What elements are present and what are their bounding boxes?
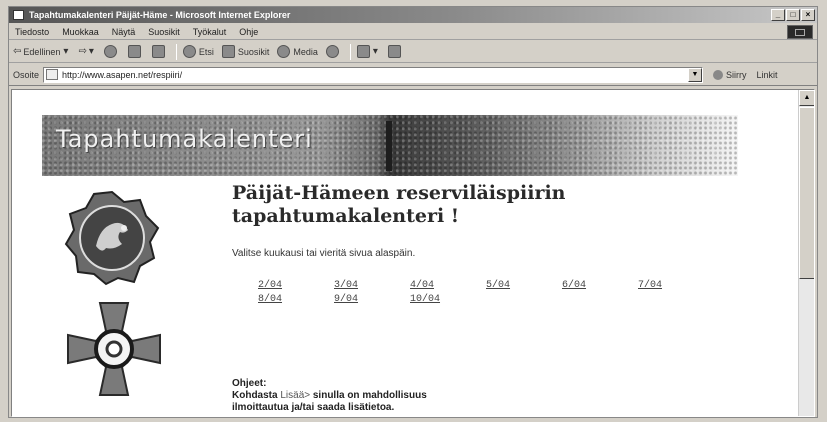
month-link-2-04[interactable]: 2/04	[258, 280, 334, 294]
instructions-title: Ohjeet:	[232, 378, 267, 389]
month-links: 2/04 3/04 4/04 5/04 6/04 7/04 8/04 9/04 …	[258, 280, 778, 308]
month-link-7-04[interactable]: 7/04	[638, 280, 714, 294]
toolbar-separator	[175, 43, 177, 60]
month-link-8-04[interactable]: 8/04	[258, 294, 334, 308]
media-icon	[277, 45, 291, 58]
scroll-up-button[interactable]: ▲	[799, 90, 814, 106]
chevron-down-icon: ▾	[372, 46, 378, 57]
favorites-label: Suosikit	[237, 46, 270, 57]
back-button[interactable]: ⇦ Edellinen ▾	[13, 46, 70, 57]
month-row: 2/04 3/04 4/04 5/04 6/04 7/04	[258, 280, 778, 294]
mail-icon	[356, 45, 370, 58]
print-icon	[387, 45, 401, 58]
forward-icon: ⇨	[78, 46, 87, 57]
intro-text: Valitse kuukausi tai vieritä sivua alasp…	[232, 248, 416, 259]
banner-title: Tapahtumakalenteri	[56, 125, 313, 153]
toolbar: ⇦ Edellinen ▾ ⇨ ▾ Etsi Suosikit Media ▾	[9, 41, 817, 63]
menu-help[interactable]: Ohje	[239, 27, 258, 37]
cross-emblem-icon	[67, 302, 161, 396]
forward-button[interactable]: ⇨ ▾	[78, 46, 95, 57]
page-title: Päijät-Hämeen reserviläispiirin tapahtum…	[232, 182, 566, 227]
instructions-line-1: Kohdasta Lisää> sinulla on mahdollisuus	[232, 390, 427, 402]
month-link-10-04[interactable]: 10/04	[410, 294, 486, 308]
print-button[interactable]	[387, 45, 404, 58]
menu-tools[interactable]: Työkalut	[193, 27, 227, 37]
windows-logo-icon	[787, 25, 813, 39]
history-button[interactable]	[325, 45, 342, 58]
instructions-text: sinulla on mahdollisuus	[310, 390, 427, 401]
month-link-3-04[interactable]: 3/04	[334, 280, 410, 294]
address-dropdown-button[interactable]: ▼	[688, 67, 703, 82]
go-label: Siirry	[726, 69, 747, 80]
favorites-button[interactable]: Suosikit	[221, 45, 270, 58]
go-icon	[713, 69, 724, 80]
back-icon: ⇦	[13, 46, 22, 57]
go-button[interactable]: Siirry	[713, 69, 747, 80]
close-button[interactable]: ×	[801, 9, 815, 21]
menu-edit[interactable]: Muokkaa	[62, 27, 99, 37]
month-link-9-04[interactable]: 9/04	[334, 294, 410, 308]
media-label: Media	[293, 46, 318, 57]
search-icon	[182, 45, 196, 58]
window-title: Tapahtumakalenteri Päijät-Häme - Microso…	[29, 10, 291, 20]
banner-divider	[386, 121, 392, 171]
menu-bar: Tiedosto Muokkaa Näytä Suosikit Työkalut…	[9, 24, 817, 40]
page-banner: Tapahtumakalenteri	[42, 115, 738, 176]
search-button[interactable]: Etsi	[182, 45, 214, 58]
links-button[interactable]: Linkit	[757, 70, 778, 80]
media-button[interactable]: Media	[277, 45, 318, 58]
window-controls: _ □ ×	[771, 9, 815, 21]
toolbar-separator	[349, 43, 351, 60]
browser-window: Tapahtumakalenteri Päijät-Häme - Microso…	[8, 6, 818, 418]
home-icon	[151, 45, 165, 58]
chevron-down-icon: ▾	[63, 46, 69, 57]
favorites-icon	[221, 45, 235, 58]
search-label: Etsi	[198, 46, 214, 57]
title-bar: Tapahtumakalenteri Päijät-Häme - Microso…	[9, 7, 817, 23]
address-input[interactable]: http://www.asapen.net/respiiri/ ▼	[43, 66, 704, 83]
menu-view[interactable]: Näytä	[112, 27, 136, 37]
refresh-icon	[127, 45, 141, 58]
home-button[interactable]	[151, 45, 168, 58]
stop-icon	[103, 45, 117, 58]
refresh-button[interactable]	[127, 45, 144, 58]
mail-button[interactable]: ▾	[356, 45, 380, 58]
menu-file[interactable]: Tiedosto	[15, 27, 49, 37]
address-bar: Osoite http://www.asapen.net/respiiri/ ▼…	[9, 64, 817, 86]
lion-emblem-icon	[64, 190, 160, 286]
menu-favorites[interactable]: Suosikit	[148, 27, 180, 37]
scrollbar-thumb[interactable]	[799, 107, 814, 279]
instructions-text: Kohdasta	[232, 390, 281, 401]
more-link-sample: Lisää>	[280, 390, 311, 401]
month-link-4-04[interactable]: 4/04	[410, 280, 486, 294]
month-link-5-04[interactable]: 5/04	[486, 280, 562, 294]
page-viewport: Tapahtumakalenteri Päijät-Hämeen reservi…	[11, 89, 815, 417]
instructions-line-2: ilmoittautua ja/tai saada lisätietoa.	[232, 402, 395, 413]
chevron-down-icon: ▾	[88, 46, 94, 57]
maximize-button[interactable]: □	[786, 9, 800, 21]
minimize-button[interactable]: _	[771, 9, 785, 21]
vertical-scrollbar[interactable]: ▲	[798, 90, 814, 416]
app-icon	[13, 10, 24, 20]
address-label: Osoite	[13, 69, 40, 80]
instructions: Ohjeet: Kohdasta Lisää> sinulla on mahdo…	[232, 378, 427, 414]
stop-button[interactable]	[103, 45, 120, 58]
month-link-6-04[interactable]: 6/04	[562, 280, 638, 294]
address-url: http://www.asapen.net/respiiri/	[62, 69, 183, 80]
back-label: Edellinen	[23, 46, 61, 57]
page-icon	[46, 69, 59, 80]
month-row: 8/04 9/04 10/04	[258, 294, 778, 308]
history-icon	[325, 45, 339, 58]
